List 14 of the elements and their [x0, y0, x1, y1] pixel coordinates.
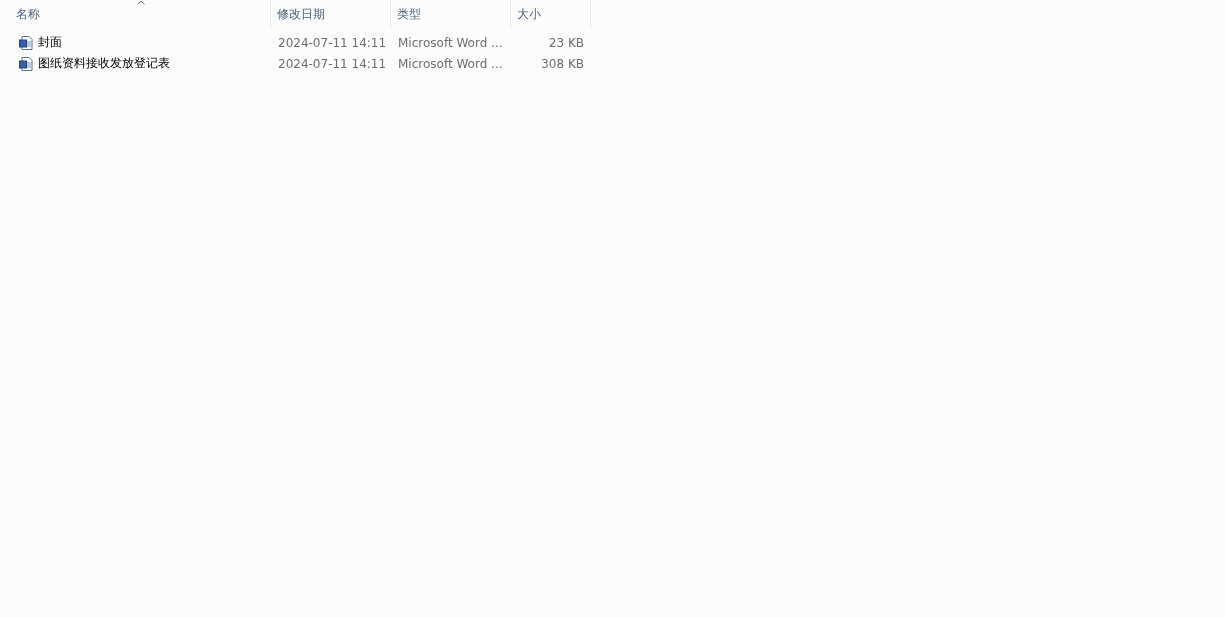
column-header[interactable]: 名称	[0, 0, 271, 28]
column-header[interactable]: 类型	[391, 0, 511, 28]
document-icon	[18, 55, 34, 72]
document-icon	[18, 34, 34, 51]
file-type: Microsoft Word ...	[397, 35, 504, 50]
column-header[interactable]: 大小	[511, 0, 591, 28]
file-type: Microsoft Word ...	[397, 56, 504, 71]
column-header[interactable]: 修改日期	[271, 0, 391, 28]
file-size: 308 KB	[540, 56, 585, 71]
file-name[interactable]: 图纸资料接收发放登记表	[38, 55, 170, 72]
file-size: 23 KB	[547, 35, 585, 50]
modified-date: 2024-07-11 14:11	[277, 35, 388, 50]
file-name[interactable]: 封面	[38, 34, 62, 51]
modified-date: 2024-07-11 14:11	[277, 56, 388, 71]
